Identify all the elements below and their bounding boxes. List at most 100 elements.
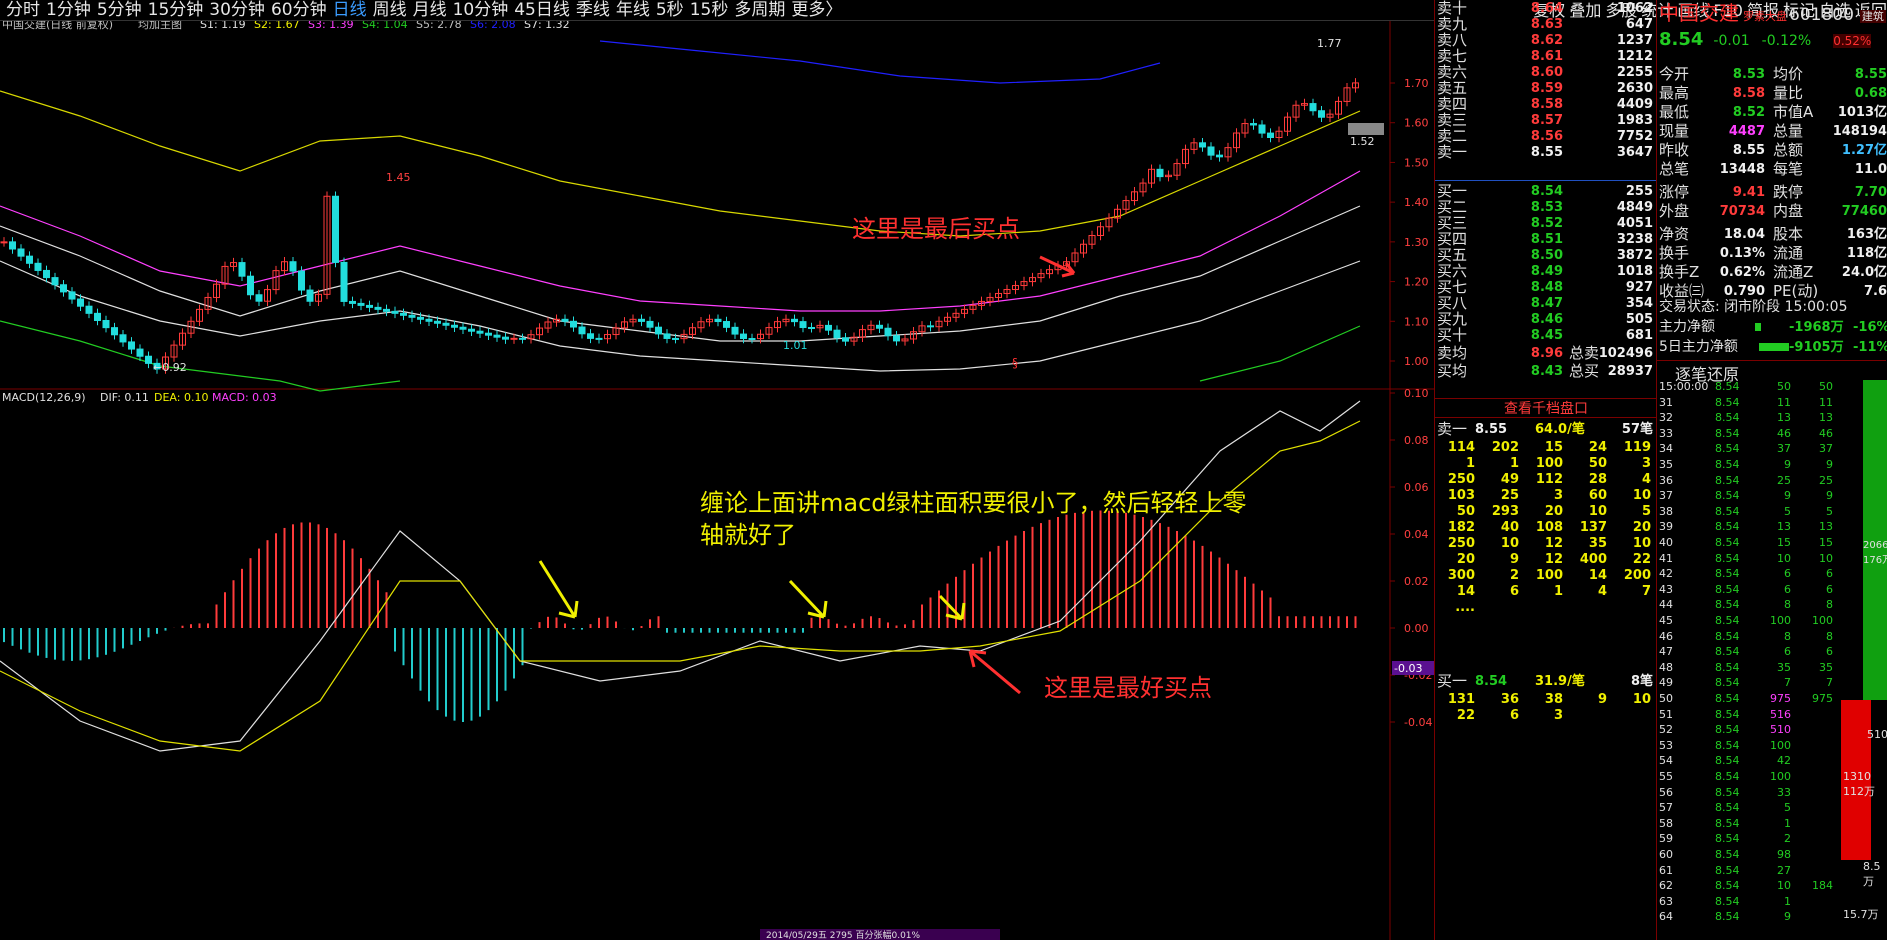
tick-row: 53 8.54 100 xyxy=(1659,738,1791,752)
macd-current-label: -0.03 xyxy=(1394,662,1422,675)
candle-body xyxy=(255,294,263,302)
candle-body xyxy=(68,291,76,300)
candle-body xyxy=(595,337,603,340)
period-tab[interactable]: 1分钟 xyxy=(46,0,91,21)
stat-row: 外盘 70734 内盘 77460 xyxy=(1659,202,1887,220)
tick-row: 55 8.54 100 xyxy=(1659,770,1791,783)
avg-row: 买均 8.43 总买 28937 xyxy=(1437,362,1653,380)
period-tab[interactable]: 60分钟 xyxy=(271,0,327,21)
period-tab[interactable]: 15秒 xyxy=(690,0,729,21)
candle-body xyxy=(876,324,883,329)
chart-title: 中国交建(日线 前复权) xyxy=(2,21,113,31)
tick-row: 54 8.54 42 xyxy=(1659,754,1791,768)
candle-body xyxy=(468,328,475,332)
candle-body xyxy=(927,325,934,328)
stat-row: 最低 8.52 市值A 1013亿 xyxy=(1659,103,1887,121)
period-tab[interactable]: 分时 xyxy=(6,0,40,21)
candle-body xyxy=(570,320,577,328)
annotation-macd-line2: 轴就好了 xyxy=(700,521,796,549)
candle-body xyxy=(94,312,101,321)
kline-chart-area[interactable]: 中国交建(日线 前复权) 均加主图 S1: 1.19 S2: 1.67 S3: 1.39… xyxy=(0,17,1434,940)
candle-body xyxy=(102,319,110,329)
price-row: 8.54 -0.01 -0.12% 0.52% xyxy=(1659,30,1872,49)
candle-body xyxy=(0,241,8,244)
candle-body xyxy=(247,275,254,296)
candle-body xyxy=(646,320,654,328)
period-tab[interactable]: 日线 xyxy=(333,0,367,21)
candle-body xyxy=(663,333,671,339)
tick-row: 60 8.54 98 xyxy=(1659,848,1791,861)
candle-body xyxy=(434,320,441,324)
queue-header: 买一 8.54 31.9/笔 8笔 xyxy=(1437,672,1653,690)
annotation-low: ←0.92 xyxy=(153,361,187,374)
arrow-macd xyxy=(538,560,579,619)
period-tab[interactable]: 45日线 xyxy=(514,0,570,21)
candle-body xyxy=(1309,103,1317,112)
period-tab[interactable]: 季线 xyxy=(576,0,610,21)
arrow-macd xyxy=(788,579,828,619)
order-label: 卖一 xyxy=(1437,143,1468,161)
period-toolbar: 分时 1分钟 5分钟 15分钟 30分钟 60分钟 日线 周线 月线 10分钟 45日线 季线 年线 5秒… xyxy=(0,0,1434,21)
price-axis-label: 1.70 xyxy=(1404,77,1429,90)
arrow-macd xyxy=(938,594,966,621)
annotation-mid-low: 1.01 xyxy=(783,339,808,352)
period-tab[interactable]: 多周期 xyxy=(734,0,785,21)
tick-row: 36 8.54 25 25 xyxy=(1659,473,1833,487)
tick-row: 38 8.54 5 5 xyxy=(1659,504,1833,518)
period-tab[interactable]: 15分钟 xyxy=(148,0,204,21)
macd-axis-label: 0.06 xyxy=(1404,481,1429,494)
candle-body xyxy=(1267,132,1274,139)
arrow-best-buy xyxy=(968,649,1021,695)
candle-body xyxy=(60,284,67,293)
candle-body xyxy=(298,270,305,291)
tick-row: 63 8.54 1 xyxy=(1659,894,1791,908)
price-axis-label: 1.30 xyxy=(1404,236,1429,249)
candle-body xyxy=(306,289,314,302)
candle-body xyxy=(825,324,832,331)
candle-body xyxy=(383,308,390,312)
trade-status: 交易状态: 闭市阶段 15:00:05 xyxy=(1659,299,1848,315)
ma-value: S1: 1.19 xyxy=(200,21,246,31)
bottom-date: 2014/05/29五 2795 百分张幅0.01% xyxy=(766,929,921,940)
period-tab[interactable]: 年线 xyxy=(616,0,650,21)
chart-svg[interactable]: 中国交建(日线 前复权) 均加主图 S1: 1.19 S2: 1.67 S3: 1.39… xyxy=(0,17,1434,940)
dea-label: DEA: 0.10 xyxy=(154,391,208,404)
period-tab[interactable]: 月线 xyxy=(413,0,447,21)
tick-side-mid: 510 xyxy=(1867,728,1887,741)
price-axis-label: 1.00 xyxy=(1404,355,1429,368)
ticks-header[interactable]: 逐笔还原 xyxy=(1657,360,1886,384)
tick-row: 48 8.54 35 35 xyxy=(1659,660,1833,674)
order-price: 8.45 xyxy=(1530,328,1563,343)
stat-row: 现量 4487 总量 148194 xyxy=(1659,122,1887,140)
stat-row: 净资 18.04 股本 163亿 xyxy=(1659,225,1887,243)
annotation-recent-high: 1.77 xyxy=(1317,37,1342,50)
period-tab[interactable]: 更多〉 xyxy=(791,0,842,21)
candle-body xyxy=(451,324,458,328)
period-tab[interactable]: 5分钟 xyxy=(97,0,142,21)
stat-row: 今开 8.53 均价 8.55 xyxy=(1659,65,1887,83)
ma-value: S7: 1.32 xyxy=(524,21,570,31)
macd-label: MACD(12,26,9) xyxy=(2,391,86,404)
period-tab[interactable]: 30分钟 xyxy=(209,0,265,21)
stat-row: 换手 0.13% 流通 118亿 xyxy=(1659,244,1887,262)
candle-body xyxy=(587,333,594,339)
view-depth-button[interactable]: 查看千档盘口 xyxy=(1435,398,1657,418)
tick-row: 62 8.54 10 184 xyxy=(1659,879,1833,893)
buy-row[interactable]: 买十 8.45 681 xyxy=(1435,326,1657,345)
candle-body xyxy=(638,318,645,322)
period-tab[interactable]: 10分钟 xyxy=(453,0,509,21)
sell-row[interactable]: 卖一 8.55 3647 xyxy=(1435,143,1657,162)
annotation-last: 1.52 xyxy=(1350,135,1375,148)
order-label: 买十 xyxy=(1437,326,1468,344)
candle-body xyxy=(510,337,518,340)
tick-side-red: 1310 112万 xyxy=(1843,770,1875,798)
candle-body xyxy=(748,338,756,341)
candle-body xyxy=(85,305,93,314)
tick-row: 50 8.54 975 975 xyxy=(1659,692,1833,705)
price-axis-label: 1.50 xyxy=(1404,156,1429,169)
candle-body xyxy=(493,334,501,338)
period-tab[interactable]: 5秒 xyxy=(656,0,684,21)
candle-body xyxy=(119,334,127,343)
period-tab[interactable]: 周线 xyxy=(373,0,407,21)
band-green-right xyxy=(1199,325,1361,382)
